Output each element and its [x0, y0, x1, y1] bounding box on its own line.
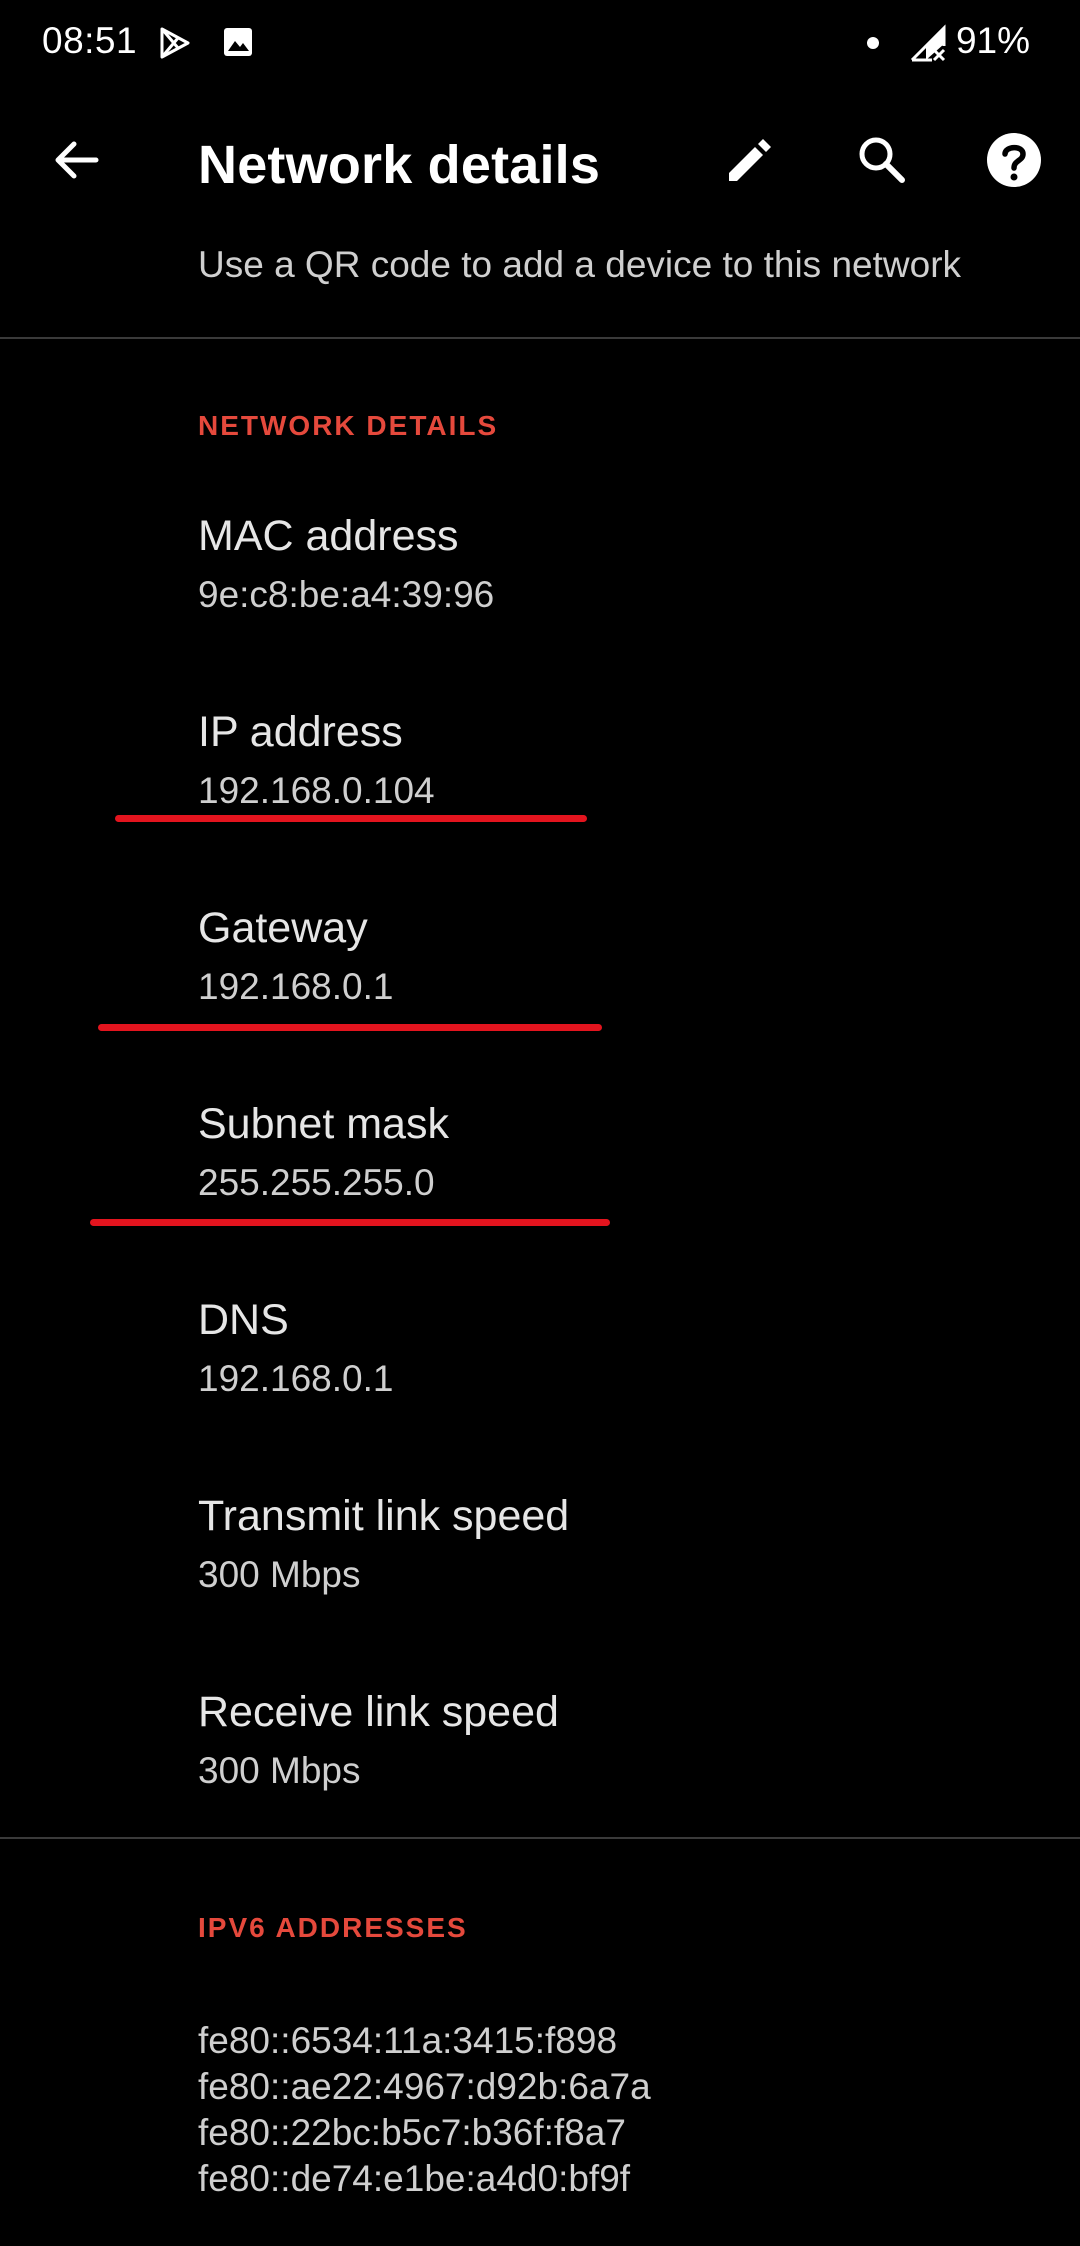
- edit-button[interactable]: [702, 114, 798, 210]
- search-icon: [856, 134, 908, 191]
- signal-off-icon: [910, 24, 948, 67]
- status-time: 08:51: [42, 20, 138, 61]
- help-icon: [986, 132, 1042, 193]
- detail-row-transmit-link-speed[interactable]: Transmit link speed 300 Mbps: [0, 1492, 1080, 1688]
- detail-title: MAC address: [198, 512, 459, 560]
- back-button[interactable]: [28, 114, 124, 210]
- network-details-header: NETWORK DETAILS: [198, 410, 499, 441]
- ipv6-address: fe80::6534:11a:3415:f898: [198, 2020, 618, 2061]
- image-icon: [222, 26, 254, 63]
- qr-code-share-label: Use a QR code to add a device to this ne…: [198, 244, 962, 285]
- play-store-icon: [158, 26, 192, 65]
- app-bar: Network details: [0, 86, 1080, 240]
- ipv6-address: fe80::22bc:b5c7:b36f:f8a7: [198, 2112, 626, 2153]
- edit-pencil-icon: [723, 133, 777, 192]
- detail-row-receive-link-speed[interactable]: Receive link speed 300 Mbps: [0, 1688, 1080, 1884]
- ipv6-addresses-header: IPV6 ADDRESSES: [198, 1912, 468, 1943]
- battery-level: 91%: [955, 20, 1030, 61]
- detail-title: DNS: [198, 1296, 289, 1344]
- detail-row-gateway[interactable]: Gateway 192.168.0.1: [0, 904, 1080, 1100]
- ipv6-address-list[interactable]: fe80::6534:11a:3415:f898 fe80::ae22:4967…: [198, 2018, 651, 2202]
- detail-title: Subnet mask: [198, 1100, 449, 1148]
- red-annotation-underline: [90, 1219, 610, 1226]
- ipv6-address: fe80::ae22:4967:d92b:6a7a: [198, 2066, 651, 2107]
- detail-row-dns[interactable]: DNS 192.168.0.1: [0, 1296, 1080, 1492]
- detail-row-mac-address[interactable]: MAC address 9e:c8:be:a4:39:96: [0, 512, 1080, 708]
- status-bar: 08:51 91%: [0, 0, 1080, 86]
- detail-row-subnet-mask[interactable]: Subnet mask 255.255.255.0: [0, 1100, 1080, 1296]
- divider: [0, 1837, 1080, 1839]
- detail-value: 300 Mbps: [198, 1554, 361, 1595]
- red-annotation-underline: [98, 1024, 602, 1031]
- back-arrow-icon: [52, 136, 100, 189]
- detail-value: 300 Mbps: [198, 1750, 361, 1791]
- notification-dot-icon: [866, 36, 880, 55]
- detail-title: Gateway: [198, 904, 368, 952]
- detail-value: 192.168.0.1: [198, 1358, 394, 1399]
- detail-row-ip-address[interactable]: IP address 192.168.0.104: [0, 708, 1080, 904]
- detail-value: 192.168.0.104: [198, 770, 435, 811]
- page-title: Network details: [198, 135, 601, 195]
- qr-code-share-row[interactable]: Use a QR code to add a device to this ne…: [0, 240, 1080, 336]
- divider: [0, 337, 1080, 339]
- detail-title: Receive link speed: [198, 1688, 559, 1736]
- detail-title: Transmit link speed: [198, 1492, 570, 1540]
- detail-value: 255.255.255.0: [198, 1162, 435, 1203]
- detail-value: 192.168.0.1: [198, 966, 394, 1007]
- red-annotation-underline: [115, 815, 587, 822]
- search-button[interactable]: [834, 114, 930, 210]
- ipv6-address: fe80::de74:e1be:a4d0:bf9f: [198, 2158, 631, 2199]
- detail-title: IP address: [198, 708, 403, 756]
- detail-value: 9e:c8:be:a4:39:96: [198, 574, 495, 615]
- help-button[interactable]: [966, 114, 1062, 210]
